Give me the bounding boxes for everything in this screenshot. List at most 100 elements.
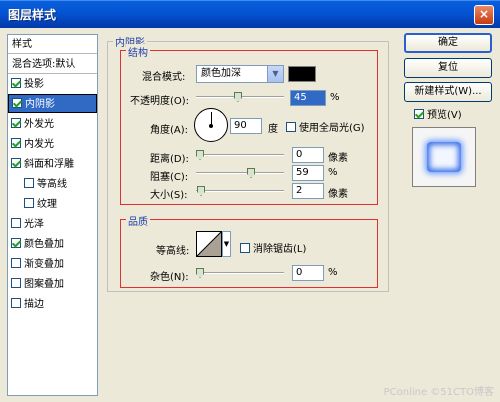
checkbox-icon[interactable] [11, 218, 21, 228]
reset-button[interactable]: 复位 [404, 58, 492, 78]
ok-button[interactable]: 确定 [404, 33, 492, 53]
noise-unit: % [328, 267, 338, 278]
blend-mode-value: 颜色加深 [201, 68, 241, 79]
style-item-label: 光泽 [24, 219, 44, 230]
checkbox-icon[interactable] [11, 78, 21, 88]
checkbox-icon[interactable] [24, 198, 34, 208]
checkbox-icon[interactable] [12, 98, 22, 108]
style-item-inner-glow[interactable]: 内发光 [8, 135, 97, 154]
distance-unit: 像素 [328, 153, 348, 164]
slider-thumb[interactable] [197, 186, 205, 196]
size-unit: 像素 [328, 189, 348, 200]
angle-input[interactable]: 90 [230, 118, 262, 134]
checkbox-icon[interactable] [11, 298, 21, 308]
blend-options-item[interactable]: 混合选项:默认 [8, 55, 97, 74]
distance-label: 距离(D): [150, 154, 189, 165]
style-item-color-overlay[interactable]: 颜色叠加 [8, 235, 97, 254]
distance-input[interactable]: 0 [292, 147, 324, 163]
contour-dropdown-icon[interactable]: ▼ [222, 231, 231, 257]
checkbox-icon[interactable] [286, 122, 296, 132]
size-slider[interactable] [196, 186, 284, 196]
style-item-label: 外发光 [24, 119, 54, 130]
slider-track [196, 190, 284, 192]
global-light-checkbox[interactable]: 使用全局光(G) [286, 119, 365, 134]
contour-preview[interactable] [196, 231, 222, 257]
size-input[interactable]: 2 [292, 183, 324, 199]
angle-center [209, 124, 213, 128]
distance-slider[interactable] [196, 150, 284, 160]
style-item-label: 渐变叠加 [24, 259, 64, 270]
checkbox-icon[interactable] [11, 158, 21, 168]
checkbox-icon[interactable] [24, 178, 34, 188]
watermark: PConline ©51CTO博客 [383, 387, 494, 398]
style-item-label: 纹理 [37, 199, 57, 210]
style-item-bevel-emboss[interactable]: 斜面和浮雕 [8, 155, 97, 174]
window-title: 图层样式 [8, 8, 57, 22]
style-list-header: 样式 [8, 35, 97, 54]
shadow-color-swatch[interactable] [288, 66, 316, 82]
style-item-texture[interactable]: 纹理 [8, 195, 97, 214]
anti-alias-label: 消除锯齿(L) [253, 244, 307, 255]
opacity-slider[interactable] [196, 92, 284, 102]
new-style-button[interactable]: 新建样式(W)... [404, 82, 492, 102]
style-item-contour[interactable]: 等高线 [8, 175, 97, 194]
choke-slider[interactable] [196, 168, 284, 178]
preview-checkbox[interactable]: 预览(V) [414, 106, 462, 121]
noise-input[interactable]: 0 [292, 265, 324, 281]
style-item-inner-shadow[interactable]: 内阴影 [8, 94, 97, 113]
opacity-unit: % [330, 92, 340, 103]
style-item-label: 描边 [24, 299, 44, 310]
checkbox-icon[interactable] [11, 278, 21, 288]
slider-track [196, 172, 284, 174]
contour-curve-icon [197, 232, 221, 256]
quality-title: 品质 [126, 213, 150, 228]
structure-title: 结构 [126, 44, 150, 59]
preview-label: 预览(V) [427, 110, 462, 121]
checkbox-icon[interactable] [414, 109, 424, 119]
style-item-label: 图案叠加 [24, 279, 64, 290]
style-item-label: 斜面和浮雕 [24, 159, 74, 170]
style-preview [412, 127, 476, 187]
style-item-label: 等高线 [37, 179, 67, 190]
global-light-label: 使用全局光(G) [299, 123, 365, 134]
style-item-pattern-overlay[interactable]: 图案叠加 [8, 275, 97, 294]
slider-thumb[interactable] [234, 92, 242, 102]
checkbox-icon[interactable] [11, 238, 21, 248]
style-item-label: 颜色叠加 [24, 239, 64, 250]
style-item-satin[interactable]: 光泽 [8, 215, 97, 234]
style-item-label: 投影 [24, 79, 44, 90]
noise-slider[interactable] [196, 268, 284, 278]
angle-label: 角度(A): [150, 125, 189, 136]
style-item-stroke[interactable]: 描边 [8, 295, 97, 314]
anti-alias-checkbox[interactable]: 消除锯齿(L) [240, 240, 306, 255]
style-item-drop-shadow[interactable]: 投影 [8, 75, 97, 94]
blend-mode-label: 混合模式: [142, 72, 186, 83]
contour-label: 等高线: [156, 246, 190, 257]
slider-thumb[interactable] [196, 268, 204, 278]
checkbox-icon[interactable] [11, 138, 21, 148]
slider-thumb[interactable] [247, 168, 255, 178]
close-icon[interactable]: × [474, 5, 494, 25]
slider-track [196, 272, 284, 274]
slider-thumb[interactable] [196, 150, 204, 160]
checkbox-icon[interactable] [11, 118, 21, 128]
style-item-label: 内阴影 [25, 99, 55, 110]
size-label: 大小(S): [150, 190, 188, 201]
choke-label: 阻塞(C): [150, 172, 189, 183]
title-bar: 图层样式 × [0, 0, 500, 28]
checkbox-icon[interactable] [11, 258, 21, 268]
blend-mode-select[interactable]: 颜色加深 ▼ [196, 65, 284, 83]
choke-unit: % [328, 167, 338, 178]
choke-input[interactable]: 59 [292, 165, 324, 181]
preview-swatch [427, 142, 461, 172]
chevron-down-icon[interactable]: ▼ [267, 66, 283, 82]
checkbox-icon[interactable] [240, 243, 250, 253]
angle-dial-icon[interactable] [194, 108, 228, 142]
angle-unit: 度 [268, 124, 278, 135]
style-list: 样式 混合选项:默认 投影 内阴影 外发光 内发光 斜面和浮雕 等高线 纹理 光… [7, 34, 98, 396]
style-item-outer-glow[interactable]: 外发光 [8, 115, 97, 134]
style-item-label: 内发光 [24, 139, 54, 150]
style-item-gradient-overlay[interactable]: 渐变叠加 [8, 255, 97, 274]
slider-track [196, 154, 284, 156]
opacity-input[interactable]: 45 [290, 90, 326, 106]
